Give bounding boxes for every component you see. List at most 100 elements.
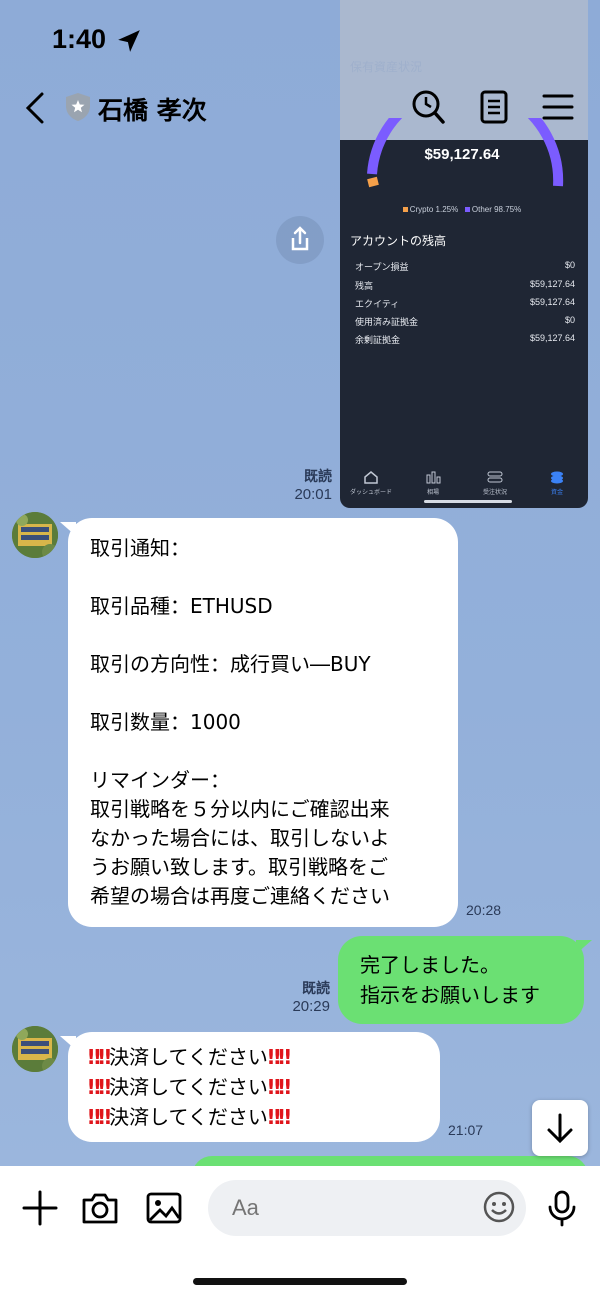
row-label: エクイティ [355,299,400,309]
microphone-icon[interactable] [542,1188,582,1228]
legend-other-swatch [464,207,470,213]
message-time: 21:07 [448,1122,484,1138]
plus-icon[interactable] [20,1188,60,1228]
exclamation-emoji: ‼︎‼︎ [88,1075,111,1099]
message-line: 希望の場合は再度ご連絡ください [90,884,390,908]
nav-label: 相場 [426,490,439,496]
avatar[interactable] [12,512,58,558]
message-line [90,563,436,592]
exclamation-emoji: ‼︎‼︎ [267,1045,291,1069]
message-line: 取引数量：1000 [90,710,241,734]
message-line: ‼︎‼︎決済してください‼︎‼︎ [88,1072,420,1102]
toggles-icon [487,471,503,483]
message-bubble-incoming[interactable]: 取引通知： 取引品種：ETHUSD 取引の方向性：成行買い―BUY 取引数量：1… [60,518,458,927]
chart-legend: Crypto 1.25% Other 98.75% [340,205,584,214]
message-text: 決済してください [109,1045,268,1069]
message-line: うお願い致します。取引戦略をご [90,855,388,879]
coins-icon [551,471,563,484]
exclamation-emoji: ‼︎‼︎ [267,1075,291,1099]
row-label: オープン損益 [355,262,409,272]
balance-row: 使用済み証拠金 $0 [355,315,575,328]
balance-row: 残高 $59,127.64 [355,279,575,292]
nav-funds: 資金 [526,470,588,496]
shield-icon [66,93,90,121]
outgoing-meta: 既読 20:29 [282,978,330,1015]
home-icon [364,471,378,484]
screenshot-meta: 既読 20:01 [284,466,332,503]
emoji-icon[interactable] [482,1190,516,1224]
exclamation-emoji: ‼︎‼︎ [88,1105,111,1129]
balance-row: エクイティ $59,127.64 [355,297,575,310]
home-indicator [193,1278,407,1285]
row-label: 残高 [355,281,374,291]
message-line: 取引通知： [90,536,190,560]
balance-row: 余剰証拠金 $59,127.64 [355,333,575,346]
message-line: 取引の方向性：成行買い―BUY [90,652,371,676]
nav-label: ダッシュボード [349,490,392,496]
screenshot-header-text: 保有資産状況 [350,60,423,74]
message-bubble-outgoing[interactable]: 完了しました。 指示をお願いします [338,936,592,1024]
status-time: 1:40 [52,24,107,54]
nav-label: 資金 [550,490,563,496]
nav-dashboard: ダッシュボード [340,470,402,496]
exclamation-emoji: ‼︎‼︎ [267,1105,291,1129]
donut-crypto-segment [367,176,379,188]
row-value: $59,127.64 [529,297,575,307]
balance-row: オープン損益 $0 [355,260,575,273]
share-button[interactable] [276,216,324,264]
image-icon[interactable] [144,1188,184,1228]
nav-orders: 受注状況 [464,470,526,496]
message-line: 取引品種：ETHUSD [90,594,273,618]
message-text: 決済してください [109,1105,268,1129]
screenshot-image-message[interactable]: 保有資産状況 $59,127.64 Crypto 1.25% Other 98.… [340,0,588,508]
nav-label: 受注状況 [482,490,507,496]
row-value: $0 [564,260,575,270]
total-balance: $59,127.64 [424,146,500,163]
account-balance-title: アカウントの残高 [350,234,447,248]
contact-name[interactable]: 石橋 孝次 [98,91,207,127]
message-line: 指示をお願いします [360,983,540,1007]
message-line: ‼︎‼︎決済してください‼︎‼︎ [88,1102,420,1132]
legend-crypto-swatch [402,207,408,213]
message-line: なかった場合には、取引しないよ [90,826,390,850]
read-receipt: 既読 [304,468,332,484]
message-line [90,737,436,766]
nav-market: 相場 [402,470,464,496]
screenshot-home-indicator [424,500,512,503]
bar-chart-icon [426,471,441,484]
camera-icon[interactable] [80,1188,120,1228]
avatar[interactable] [12,1026,58,1072]
message-time: 20:01 [294,486,332,503]
message-line: ‼︎‼︎決済してください‼︎‼︎ [88,1042,420,1072]
back-chevron-icon[interactable] [20,88,50,128]
scroll-to-bottom-button[interactable] [532,1100,588,1156]
message-time: 20:29 [292,998,330,1015]
message-line: リマインダー： [90,768,230,792]
message-input[interactable] [208,1180,526,1236]
location-arrow-icon [118,30,140,52]
menu-icon[interactable] [540,88,576,126]
notes-icon[interactable] [476,88,512,126]
row-label: 使用済み証拠金 [355,317,419,327]
message-bubble-incoming[interactable]: ‼︎‼︎決済してください‼︎‼︎ ‼︎‼︎決済してください‼︎‼︎ ‼︎‼︎決済… [60,1032,440,1142]
avatar-image [12,1026,58,1072]
message-line: 完了しました。 [360,953,500,977]
search-icon[interactable] [410,88,446,126]
row-value: $59,127.64 [529,279,575,289]
legend-other: Other 98.75% [471,205,522,214]
arrow-down-icon [547,1113,573,1144]
message-text: 決済してください [109,1075,268,1099]
legend-crypto: Crypto 1.25% [409,205,459,214]
message-line [90,621,436,650]
avatar-image [12,512,58,558]
message-line [90,679,436,708]
read-receipt: 既読 [302,980,330,996]
exclamation-emoji: ‼︎‼︎ [88,1045,111,1069]
row-value: $0 [564,315,575,325]
share-icon [291,226,309,251]
row-label: 余剰証拠金 [355,335,401,345]
chat-header: 石橋 孝次 [0,80,600,136]
message-line: 取引戦略を５分以内にご確認出来 [90,797,390,821]
row-value: $59,127.64 [529,333,575,343]
message-time: 20:28 [466,902,502,918]
